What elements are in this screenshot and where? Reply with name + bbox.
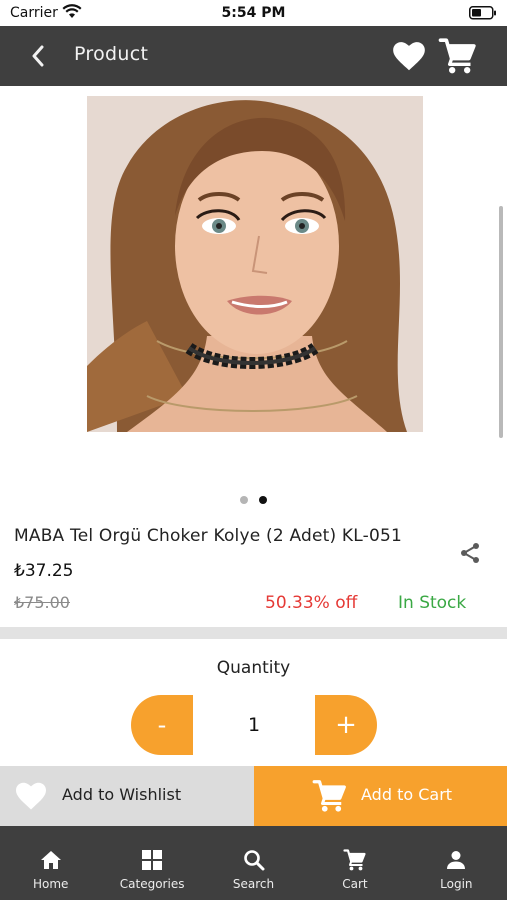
- quantity-label: Quantity: [216, 658, 291, 678]
- back-button[interactable]: [24, 42, 52, 70]
- top-nav-bar: Product: [0, 26, 507, 86]
- nav-cart-label: Cart: [342, 877, 368, 891]
- home-icon: [40, 851, 61, 869]
- nav-categories-label: Categories: [119, 877, 185, 891]
- nav-search[interactable]: Search: [203, 826, 304, 900]
- add-to-wishlist-button[interactable]: Add to Wishlist: [0, 766, 254, 826]
- share-icon[interactable]: [458, 541, 482, 565]
- nav-login[interactable]: Login: [406, 826, 507, 900]
- stock-status: In Stock: [398, 593, 467, 613]
- chevron-left-icon: [32, 45, 44, 67]
- status-bar: Carrier 5:54 PM: [0, 0, 507, 26]
- page-title: Product: [74, 43, 149, 65]
- scroll-indicator[interactable]: [499, 206, 503, 438]
- nav-home[interactable]: Home: [0, 826, 101, 900]
- user-icon: [447, 851, 466, 869]
- add-to-cart-label: Add to Cart: [361, 785, 453, 804]
- heart-icon: [16, 782, 46, 810]
- section-divider: [0, 627, 507, 639]
- nav-cart[interactable]: Cart: [304, 826, 405, 900]
- quantity-increase-button[interactable]: +: [315, 695, 377, 755]
- nav-login-label: Login: [440, 877, 473, 891]
- gallery-page-dots: [0, 496, 507, 504]
- nav-home-label: Home: [32, 877, 69, 891]
- product-image-gallery[interactable]: [0, 86, 507, 514]
- bottom-nav: Home Categories Search Cart Login: [0, 826, 507, 900]
- quantity-decrease-button[interactable]: -: [131, 695, 193, 755]
- cart-icon[interactable]: [438, 36, 478, 76]
- gallery-dot[interactable]: [240, 496, 248, 504]
- search-icon: [243, 850, 265, 871]
- discount-label: 50.33% off: [265, 593, 358, 613]
- gallery-dot-active[interactable]: [259, 496, 267, 504]
- clock: 5:54 PM: [221, 5, 286, 21]
- cart-icon: [312, 780, 346, 812]
- product-price: ₺37.25: [14, 561, 74, 581]
- battery-icon: [469, 6, 496, 20]
- product-title: MABA Tel Orgü Choker Kolye (2 Adet) KL-0…: [14, 526, 403, 546]
- product-photo[interactable]: [87, 96, 423, 432]
- nav-categories[interactable]: Categories: [101, 826, 202, 900]
- grid-icon: [142, 850, 163, 870]
- add-to-cart-button[interactable]: Add to Cart: [254, 766, 507, 826]
- product-image: [87, 96, 423, 432]
- add-to-wishlist-label: Add to Wishlist: [62, 785, 182, 804]
- cart-icon: [343, 849, 366, 871]
- quantity-value: 1: [247, 714, 261, 736]
- product-old-price: ₺75.00: [14, 593, 70, 612]
- nav-search-label: Search: [232, 877, 275, 891]
- heart-icon[interactable]: [390, 37, 428, 75]
